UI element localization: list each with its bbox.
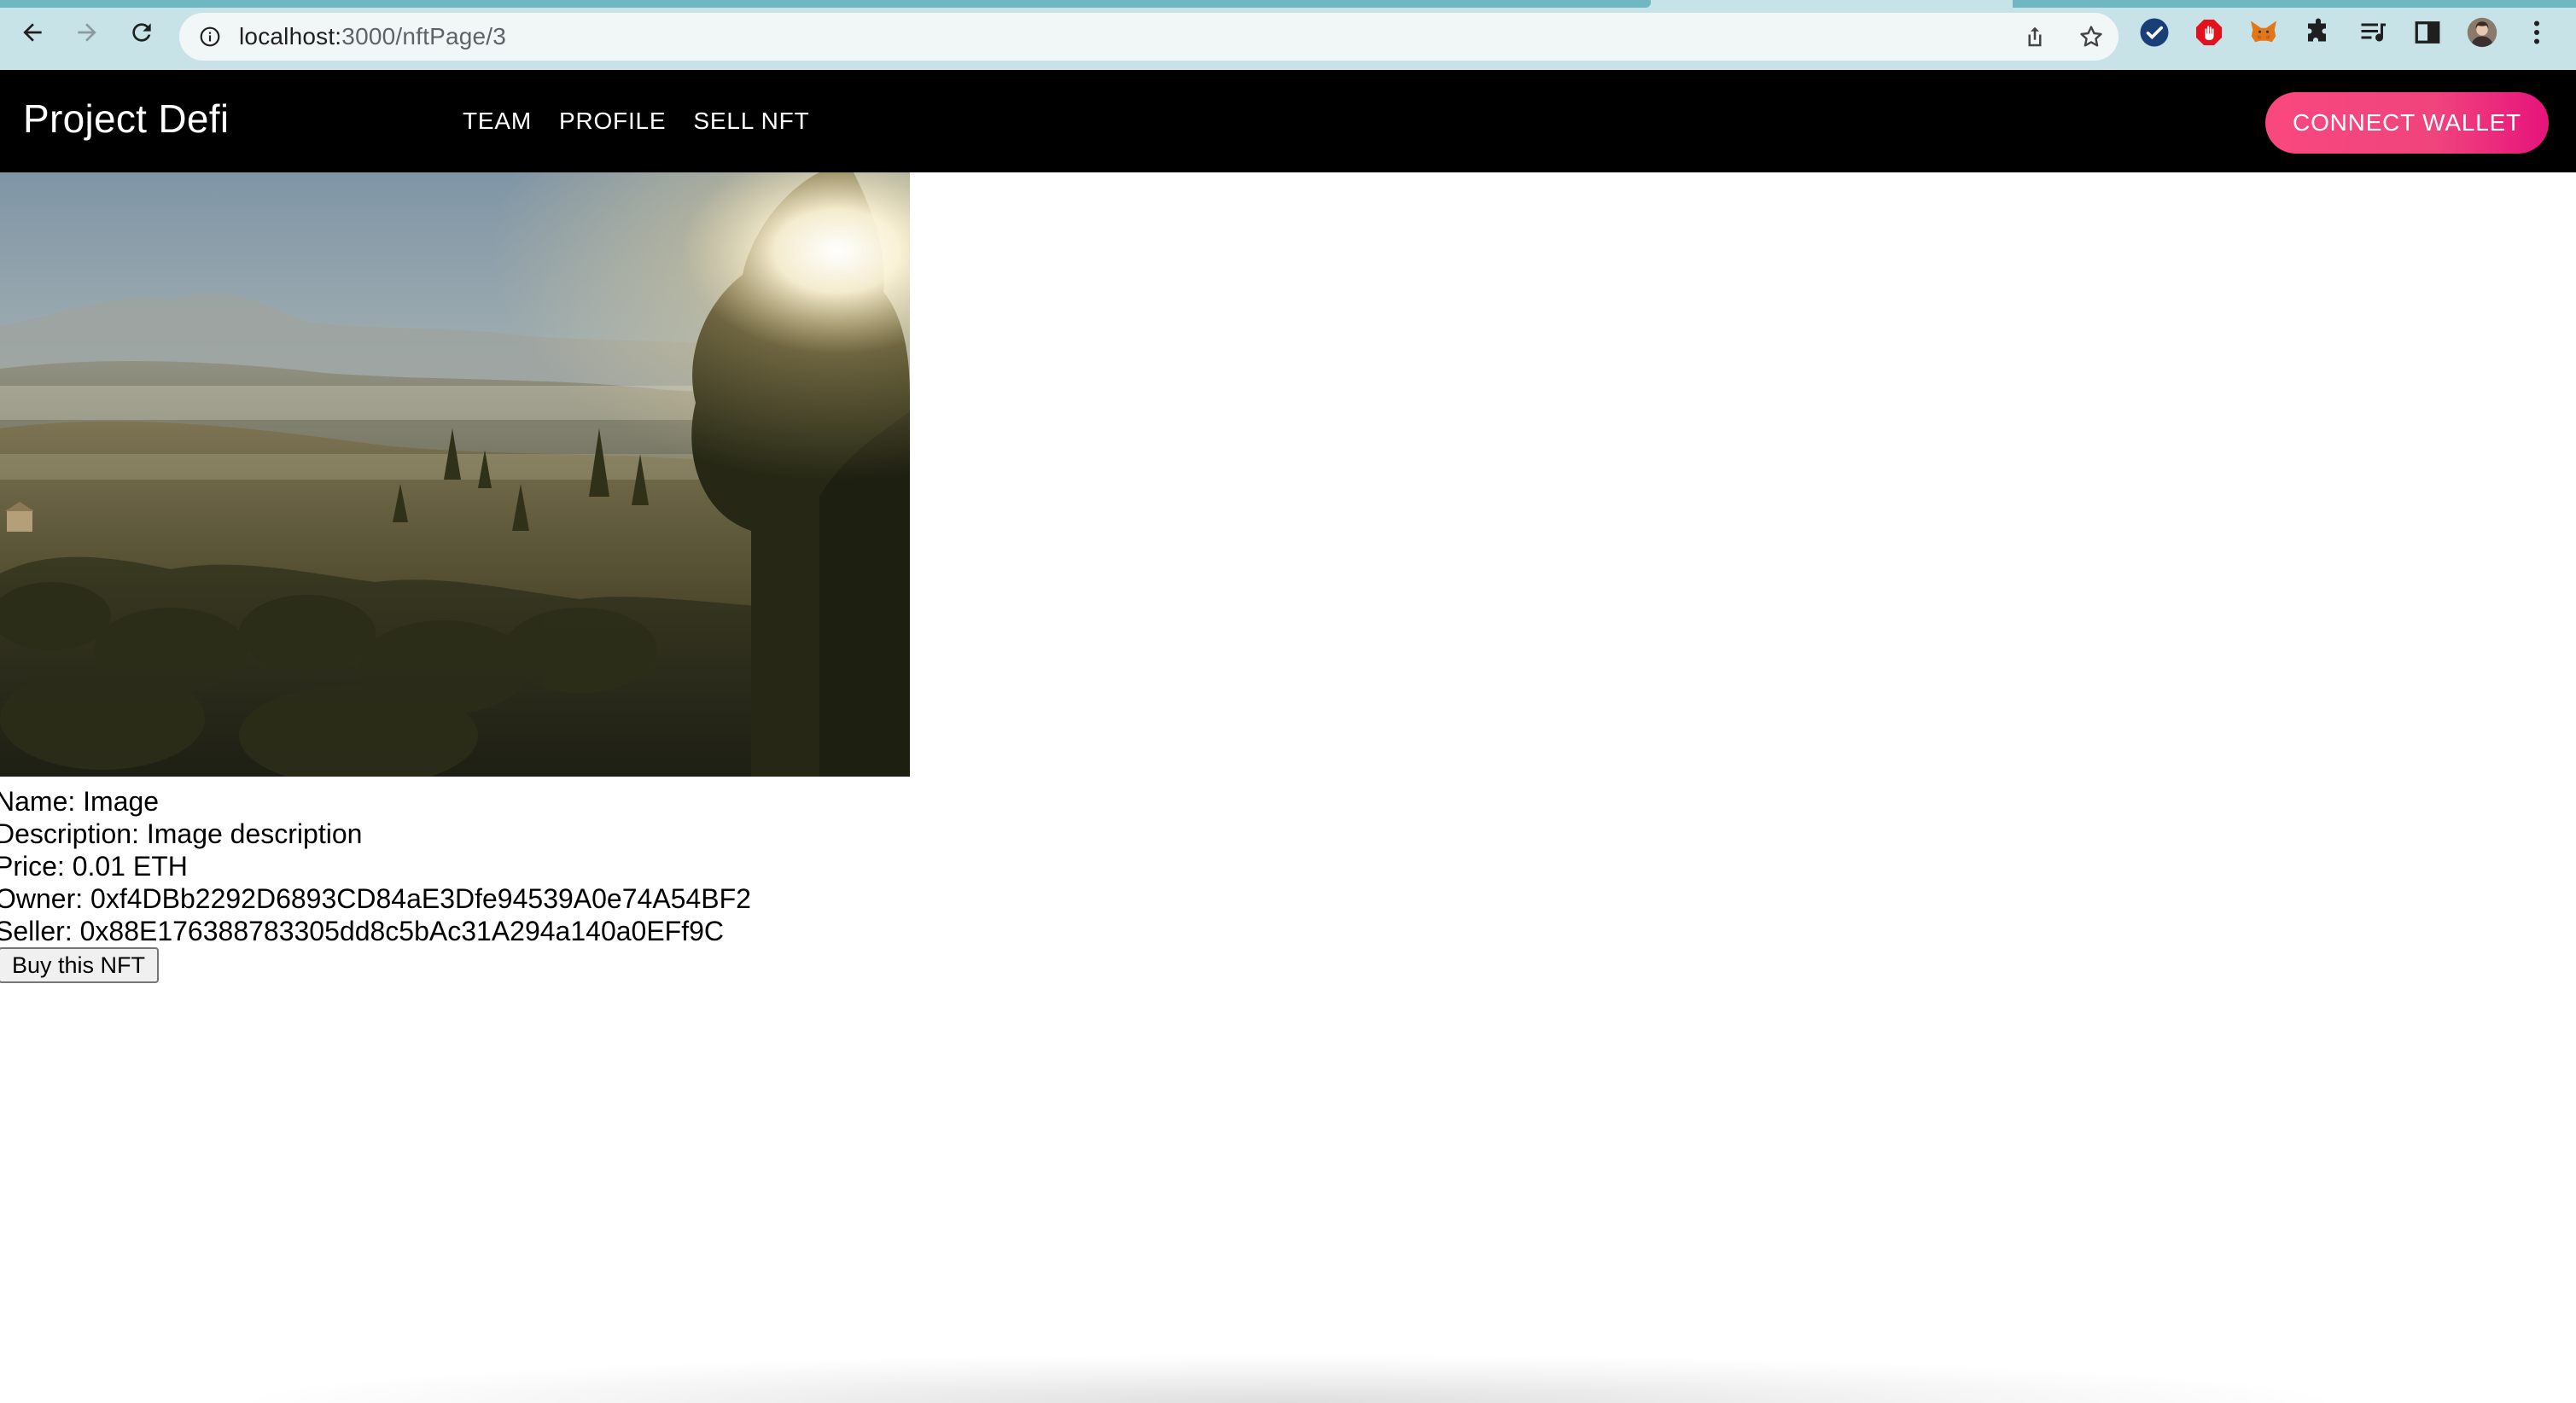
nav-profile[interactable]: PROFILE bbox=[559, 108, 666, 135]
site-info-icon[interactable] bbox=[198, 25, 222, 49]
connect-wallet-button[interactable]: CONNECT WALLET bbox=[2265, 92, 2549, 154]
share-icon[interactable] bbox=[2019, 21, 2050, 52]
extensions-puzzle-icon[interactable] bbox=[2303, 17, 2334, 48]
nft-seller: Seller: 0x88E176388783305dd8c5bAc31A294a… bbox=[0, 916, 725, 946]
metamask-fox-icon[interactable] bbox=[2248, 17, 2279, 48]
nft-details: Name: Image Description: Image descripti… bbox=[0, 785, 751, 947]
profile-avatar[interactable] bbox=[2467, 17, 2497, 48]
checkmark-extension-icon[interactable] bbox=[2139, 17, 2170, 48]
reload-icon[interactable] bbox=[125, 15, 159, 49]
back-arrow-icon[interactable] bbox=[15, 15, 50, 49]
nav-sell-nft[interactable]: SELL NFT bbox=[693, 108, 809, 135]
url-host: localhost: bbox=[239, 23, 342, 49]
tab-loading-bar bbox=[0, 0, 1651, 8]
nft-owner: Owner: 0xf4DBb2292D6893CD84aE3Dfe94539A0… bbox=[0, 883, 751, 914]
bookmark-star-icon[interactable] bbox=[2076, 21, 2107, 52]
forward-arrow-icon[interactable] bbox=[70, 15, 104, 49]
side-panel-icon[interactable] bbox=[2412, 17, 2443, 48]
page-bottom-shadow bbox=[222, 1354, 2356, 1403]
url-path: 3000/nftPage/3 bbox=[341, 23, 507, 49]
app-header: Project Defi TEAM PROFILE SELL NFT CONNE… bbox=[0, 70, 2576, 172]
url-text: localhost:3000/nftPage/3 bbox=[239, 23, 506, 50]
adblock-extension-icon[interactable] bbox=[2194, 17, 2224, 48]
address-bar[interactable]: localhost:3000/nftPage/3 bbox=[179, 13, 2118, 61]
browser-toolbar: localhost:3000/nftPage/3 bbox=[0, 0, 2576, 70]
more-menu-icon[interactable] bbox=[2521, 17, 2552, 48]
nft-description: Description: Image description bbox=[0, 818, 363, 849]
media-queue-icon[interactable] bbox=[2357, 17, 2388, 48]
nft-image bbox=[0, 172, 910, 777]
buy-nft-button[interactable]: Buy this NFT bbox=[0, 947, 160, 983]
nav-team[interactable]: TEAM bbox=[463, 108, 532, 135]
tab-strip-segment bbox=[2013, 0, 2576, 8]
main-nav: TEAM PROFILE SELL NFT bbox=[463, 108, 809, 135]
brand-logo-text[interactable]: Project Defi bbox=[23, 96, 229, 142]
nft-price: Price: 0.01 ETH bbox=[0, 851, 188, 882]
nft-name: Name: Image bbox=[0, 786, 160, 817]
